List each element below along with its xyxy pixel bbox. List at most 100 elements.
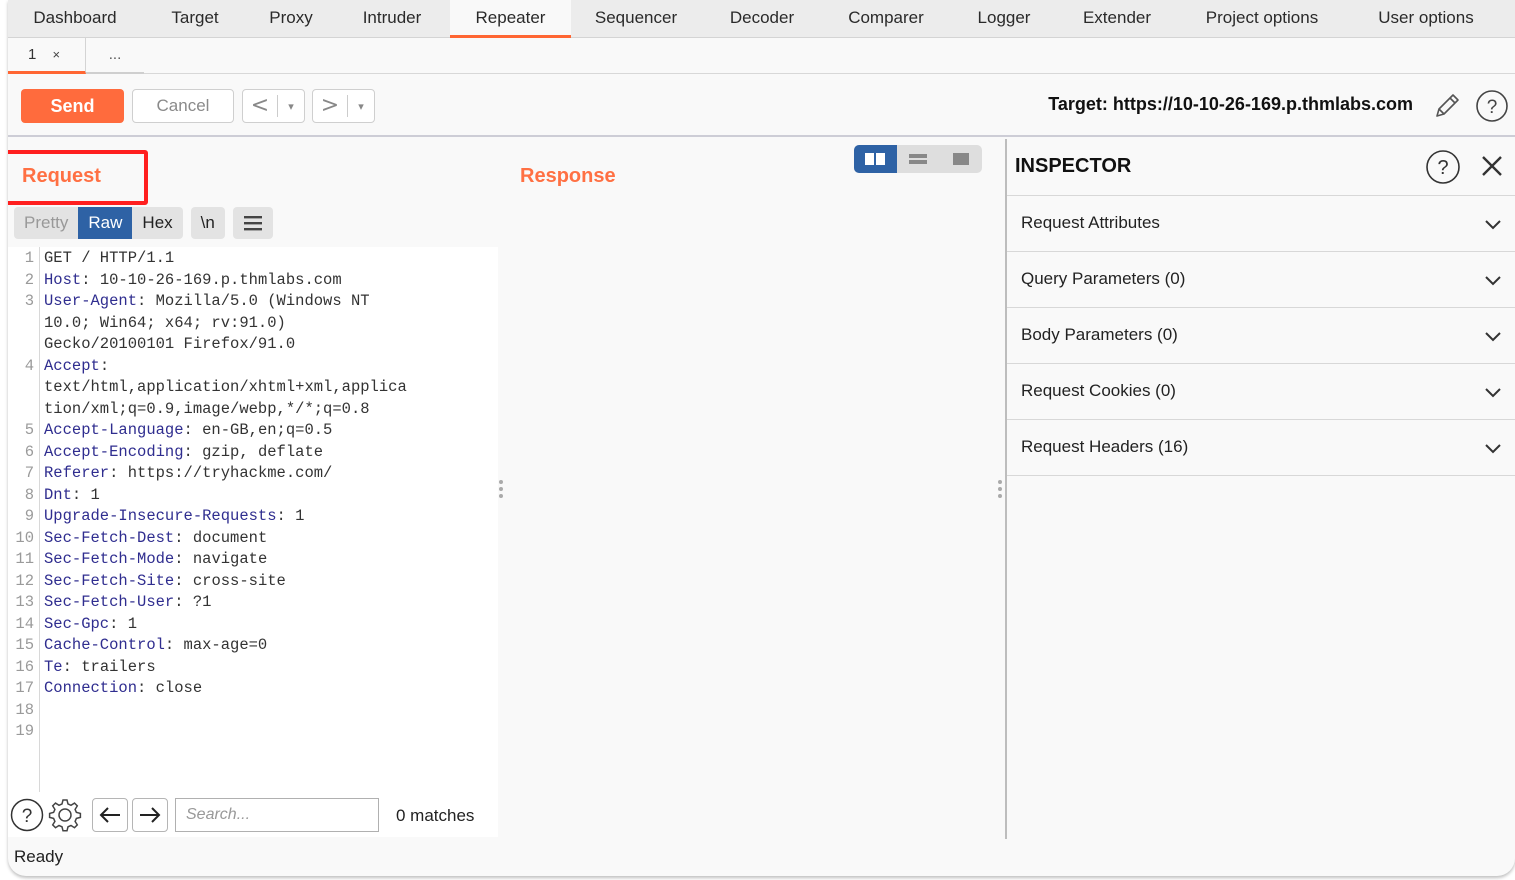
tab-extender[interactable]: Extender [1059,0,1175,38]
send-button[interactable]: Send [21,89,124,123]
line-number: 9 [24,507,34,525]
header-name: Connection [44,679,138,697]
header-value: : https://tryhackme.com/ [109,464,333,482]
tab-dashboard[interactable]: Dashboard [8,0,142,38]
line-number: 5 [24,421,34,439]
header-name: Accept-Language [44,421,184,439]
header-value: : 1 [109,614,138,633]
header-value: : navigate [174,550,268,568]
help-icon[interactable]: ? [1475,89,1509,123]
line-number: 4 [24,356,34,375]
line-code: Te: trailers [44,657,156,679]
tab-proxy[interactable]: Proxy [248,0,334,38]
edit-target-pencil-icon[interactable] [1431,90,1463,122]
search-previous-button[interactable] [92,798,128,832]
line-code: Sec-Gpc: 1 [44,614,137,636]
line-code: GET / HTTP/1.1 [44,248,174,270]
close-icon[interactable] [1477,151,1507,181]
inspector-section-request-headers[interactable]: Request Headers (16) [1007,420,1515,476]
tab-logger[interactable]: Logger [949,0,1059,38]
tab-target[interactable]: Target [142,0,248,38]
line-number: 15 [15,636,34,654]
back-history-dropdown[interactable]: ▾ [278,100,304,113]
line-code: 10.0; Win64; x64; rv:91.0) [44,313,286,335]
inspector-panel: INSPECTOR ? Request Attributes Query Par… [1007,139,1515,839]
request-view-tabs: Pretty Raw Hex \n [14,207,273,239]
tab-user-options[interactable]: User options [1349,0,1503,38]
view-tab-pretty[interactable]: Pretty [14,207,79,239]
forward-button[interactable]: > [313,91,347,121]
target-label[interactable]: Target: https://10-10-26-169.p.thmlabs.c… [1048,94,1413,115]
header-value: tion/xml;q=0.9,image/webp,*/*;q=0.8 [44,399,370,418]
arrow-left-icon [99,807,120,823]
show-newlines-button[interactable]: \n [190,207,225,239]
header-value: : cross-site [174,571,286,590]
request-pane: Request Pretty Raw Hex \n 1 GET / HTTP/1.… [8,139,498,839]
section-label: Request Cookies (0) [1021,381,1176,400]
chevron-down-icon [1485,388,1501,398]
help-icon[interactable]: ? [10,798,44,832]
line-code: Accept-Language: en-GB,en;q=0.5 [44,420,332,442]
header-value: : max-age=0 [164,636,268,654]
response-pane: Response [506,139,1004,839]
back-button[interactable]: < [243,91,277,121]
layout-side-by-side-button[interactable] [854,145,897,173]
chevron-down-icon [1485,444,1501,454]
section-label: Request Headers (16) [1021,437,1189,456]
repeater-tab-1-label: 1 [28,46,37,63]
view-tab-raw[interactable]: Raw [78,207,133,239]
line-number: 19 [15,722,34,740]
header-value: : en-GB,en;q=0.5 [183,421,333,439]
line-number: 11 [15,550,34,568]
search-input[interactable]: Search... [175,798,379,832]
tab-intruder[interactable]: Intruder [334,0,450,38]
inspector-resize-handle[interactable] [998,480,1002,498]
header-value: : close [137,679,203,697]
svg-text:?: ? [22,806,33,827]
tab-comparer[interactable]: Comparer [823,0,949,38]
header-value: : 1 [276,507,305,525]
pane-resize-handle[interactable] [499,480,503,498]
line-code: text/html,application/xhtml+xml,applica [44,377,407,399]
cancel-button[interactable]: Cancel [132,89,234,123]
header-value: : trailers [62,657,156,676]
line-code: Sec-Fetch-Site: cross-site [44,571,286,593]
inspector-section-body-parameters[interactable]: Body Parameters (0) [1007,308,1515,364]
header-name: Accept-Encoding [44,442,184,461]
tab-project-options[interactable]: Project options [1175,0,1349,38]
inspector-section-request-attributes[interactable]: Request Attributes [1007,196,1515,252]
header-name: Sec-Fetch-Dest [44,528,175,547]
repeater-tab-1[interactable]: 1 × [8,38,86,74]
tab-decoder[interactable]: Decoder [701,0,823,38]
header-value: 10.0; Win64; x64; rv:91.0) [44,313,286,332]
inspector-section-query-parameters[interactable]: Query Parameters (0) [1007,252,1515,308]
line-number: 7 [24,464,34,482]
line-number: 18 [15,700,34,719]
tab-sequencer[interactable]: Sequencer [571,0,701,38]
settings-gear-icon[interactable] [48,798,82,832]
line-code: Accept-Encoding: gzip, deflate [44,442,323,464]
chevron-down-icon [1485,332,1501,342]
repeater-toolbar: Send Cancel < ▾ > ▾ Target: https://10-1… [8,74,1515,137]
layout-single-button[interactable] [939,145,982,173]
help-icon[interactable]: ? [1425,149,1461,185]
view-tab-hex[interactable]: Hex [132,207,183,239]
header-value: : [99,356,110,375]
layout-stacked-button[interactable] [897,145,940,173]
request-title: Request [22,165,101,187]
tab-repeater[interactable]: Repeater [450,0,571,38]
response-title: Response [520,165,616,187]
editor-menu-button[interactable] [232,207,273,239]
close-tab-icon[interactable]: × [53,47,61,62]
header-value: : ?1 [174,593,212,611]
header-name: Dnt [44,485,72,504]
line-code: Referer: https://tryhackme.com/ [44,463,332,485]
line-code: Dnt: 1 [44,485,100,507]
header-name: Sec-Fetch-Mode [44,550,175,568]
new-tab-button[interactable]: ... [86,38,144,74]
forward-history-dropdown[interactable]: ▾ [348,100,374,113]
line-code: Sec-Fetch-Mode: navigate [44,549,267,571]
search-next-button[interactable] [132,798,168,832]
request-editor[interactable]: 1 GET / HTTP/1.1 2 Host: 10-10-26-169.p.thm… [8,247,498,792]
inspector-section-request-cookies[interactable]: Request Cookies (0) [1007,364,1515,420]
